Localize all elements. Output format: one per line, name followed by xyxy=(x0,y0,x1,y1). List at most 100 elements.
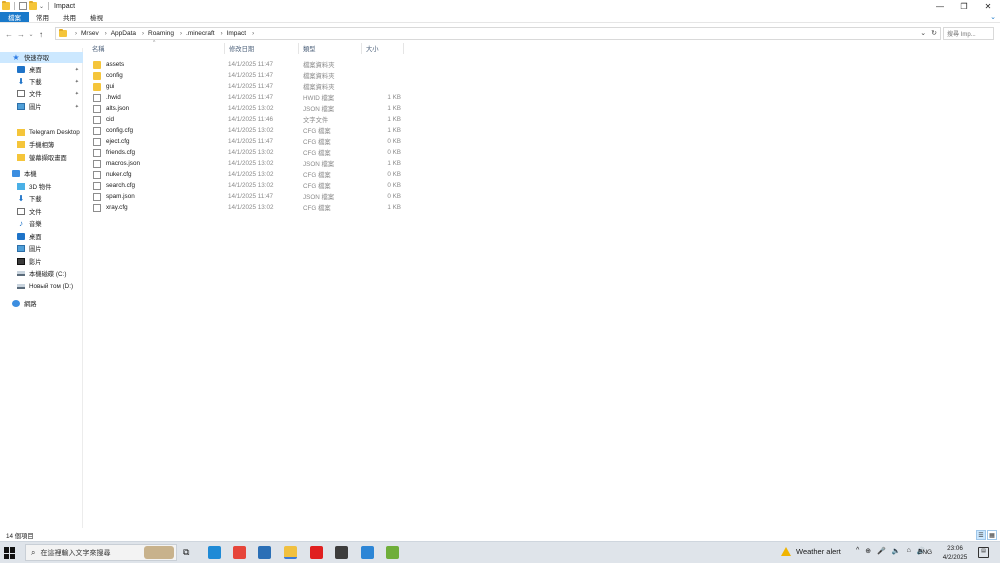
taskbar-search-input[interactable]: ⌕ 在這裡輸入文字來搜尋 xyxy=(25,544,177,561)
nav-item-downloads[interactable]: ⬇ 下載 ✦ xyxy=(0,76,83,87)
nav-item-music[interactable]: ♪ 音樂 xyxy=(0,218,83,229)
new-folder-icon[interactable] xyxy=(29,1,37,10)
nav-item-desktop[interactable]: 桌面 xyxy=(0,231,83,242)
file-explorer-icon[interactable] xyxy=(284,546,297,559)
breadcrumb-item[interactable]: Impact xyxy=(227,30,247,37)
breadcrumb-item[interactable]: .minecraft xyxy=(186,30,215,37)
file-row[interactable]: spam.json 14/1/2025 11:47 JSON 檔案 0 KB xyxy=(90,191,410,202)
nav-item-telegram-desktop[interactable]: Telegram Desktop xyxy=(0,127,83,138)
up-button[interactable]: ↑ xyxy=(35,30,47,39)
tab-view[interactable]: 檢視 xyxy=(83,12,110,22)
file-size: 0 KB xyxy=(387,182,401,189)
navigation-pane[interactable]: ★ 快速存取 桌面 ✦ ⬇ 下載 ✦ 文件 ✦ 圖片 ✦ Telegram De… xyxy=(0,48,83,528)
minecraft-icon[interactable] xyxy=(386,546,399,559)
nav-item-videos[interactable]: 影片 xyxy=(0,256,83,267)
customize-toolbar-icon[interactable]: ⌄ xyxy=(39,3,44,10)
nav-item-this-pc[interactable]: 本機 xyxy=(0,168,83,179)
nav-item-drive-c[interactable]: 本機磁碟 (C:) xyxy=(0,268,83,279)
tab-share[interactable]: 共用 xyxy=(56,12,83,22)
file-date: 14/1/2025 11:47 xyxy=(228,193,274,200)
clock[interactable]: 23:06 4/2/2025 xyxy=(940,544,970,562)
breadcrumb-separator[interactable]: › xyxy=(180,31,182,37)
file-row[interactable]: gui 14/1/2025 11:47 檔案資料夾 xyxy=(90,81,410,92)
show-hidden-icons-icon[interactable]: ^ xyxy=(856,547,859,555)
nav-item-documents[interactable]: 文件 xyxy=(0,206,83,217)
store-icon[interactable] xyxy=(258,546,271,559)
edge-icon[interactable] xyxy=(208,546,221,559)
speaker-icon[interactable]: 🔈 xyxy=(892,547,901,555)
breadcrumb-item[interactable]: Mrsev xyxy=(81,30,99,37)
file-date: 14/1/2025 11:47 xyxy=(228,138,274,145)
nav-item-3d-objects[interactable]: 3D 物件 xyxy=(0,181,83,192)
nav-item-desktop[interactable]: 桌面 ✦ xyxy=(0,64,83,75)
address-bar[interactable]: › Mrsev › AppData › Roaming › .minecraft… xyxy=(55,27,941,40)
breadcrumb-item[interactable]: AppData xyxy=(111,30,136,37)
quick-access-toolbar: ⌄ xyxy=(0,1,51,10)
nav-item-pictures[interactable]: 圖片 xyxy=(0,243,83,254)
properties-icon[interactable] xyxy=(19,2,27,10)
recent-locations-button[interactable]: ⌄ xyxy=(27,31,35,38)
search-input[interactable]: 搜尋 Imp... xyxy=(943,27,994,40)
paint-icon[interactable] xyxy=(361,546,374,559)
back-button[interactable]: ← xyxy=(3,30,15,39)
file-row[interactable]: assets 14/1/2025 11:47 檔案資料夾 xyxy=(90,59,410,70)
file-row[interactable]: cid 14/1/2025 11:46 文字文件 1 KB xyxy=(90,114,410,125)
column-header-size[interactable]: 大小 xyxy=(362,43,404,54)
file-row[interactable]: config.cfg 14/1/2025 13:02 CFG 檔案 1 KB xyxy=(90,125,410,136)
file-row[interactable]: config 14/1/2025 11:47 檔案資料夾 xyxy=(90,70,410,81)
nav-item-drive-d[interactable]: Новый том (D:) xyxy=(0,281,83,292)
tab-home[interactable]: 常用 xyxy=(29,12,56,22)
file-icon xyxy=(93,104,101,113)
weather-widget[interactable]: Weather alert xyxy=(781,547,841,556)
address-dropdown-icon[interactable]: ⌄ xyxy=(920,29,926,37)
start-button[interactable] xyxy=(4,547,16,559)
notifications-icon[interactable]: ▤ xyxy=(978,547,989,558)
column-header-date[interactable]: 修改日期 xyxy=(225,43,299,54)
minecraft-launcher-icon[interactable] xyxy=(335,546,348,559)
minimize-button[interactable]: — xyxy=(928,0,952,12)
forward-button[interactable]: → xyxy=(15,30,27,39)
nav-item-documents[interactable]: 文件 ✦ xyxy=(0,88,83,99)
microphone-icon[interactable]: 🎤 xyxy=(877,547,886,555)
close-button[interactable]: ✕ xyxy=(976,0,1000,12)
nav-item-pictures[interactable]: 圖片 ✦ xyxy=(0,101,83,112)
nav-item-screenshots[interactable]: 螢幕擷取畫面 xyxy=(0,152,83,163)
breadcrumb-separator[interactable]: › xyxy=(252,31,254,37)
file-row[interactable]: friends.cfg 14/1/2025 13:02 CFG 檔案 0 KB xyxy=(90,147,410,158)
search-icon: ⌕ xyxy=(31,547,36,557)
file-row[interactable]: eject.cfg 14/1/2025 11:47 CFG 檔案 0 KB xyxy=(90,136,410,147)
file-row[interactable]: xray.cfg 14/1/2025 13:02 CFG 檔案 1 KB xyxy=(90,202,410,213)
maximize-button[interactable]: ❐ xyxy=(952,0,976,12)
refresh-icon[interactable]: ↻ xyxy=(931,29,937,37)
large-icons-view-button[interactable]: ▦ xyxy=(987,530,997,540)
tab-file[interactable]: 檔案 xyxy=(0,12,29,22)
column-header-name[interactable]: 名稱 xyxy=(88,43,225,54)
file-row[interactable]: search.cfg 14/1/2025 13:02 CFG 檔案 0 KB xyxy=(90,180,410,191)
breadcrumb-separator[interactable]: › xyxy=(142,31,144,37)
nav-item-label: 圖片 xyxy=(29,246,42,253)
network-icon[interactable]: ⌂ xyxy=(907,547,911,555)
sync-icon[interactable]: ⊕ xyxy=(865,547,871,555)
breadcrumb-separator[interactable]: › xyxy=(105,31,107,37)
expand-ribbon-icon[interactable]: ⌄ xyxy=(990,13,996,21)
file-row[interactable]: .hwid 14/1/2025 11:47 HWID 檔案 1 KB xyxy=(90,92,410,103)
nav-item-downloads[interactable]: ⬇ 下載 xyxy=(0,193,83,204)
chrome-icon[interactable] xyxy=(233,546,246,559)
nav-item-phone-album[interactable]: 手機相簿 xyxy=(0,139,83,150)
breadcrumb-separator[interactable]: › xyxy=(221,31,223,37)
file-type: JSON 檔案 xyxy=(303,194,335,201)
details-view-button[interactable]: ☰ xyxy=(976,530,986,540)
file-date: 14/1/2025 13:02 xyxy=(228,105,274,112)
language-indicator[interactable]: ENG xyxy=(918,549,932,556)
file-row[interactable]: macros.json 14/1/2025 13:02 JSON 檔案 1 KB xyxy=(90,158,410,169)
file-row[interactable]: alts.json 14/1/2025 13:02 JSON 檔案 1 KB xyxy=(90,103,410,114)
nav-item-label: 下載 xyxy=(29,196,42,203)
nav-item-network[interactable]: 網路 xyxy=(0,298,83,309)
nav-item-quick-access[interactable]: ★ 快速存取 xyxy=(0,52,83,63)
youtube-icon[interactable] xyxy=(310,546,323,559)
file-row[interactable]: nuker.cfg 14/1/2025 13:02 CFG 檔案 0 KB xyxy=(90,169,410,180)
column-header-type[interactable]: 類型 xyxy=(299,43,362,54)
breadcrumb-item[interactable]: Roaming xyxy=(148,30,174,37)
task-view-icon[interactable]: ⧉ xyxy=(183,547,189,558)
folder-icon xyxy=(93,60,101,69)
